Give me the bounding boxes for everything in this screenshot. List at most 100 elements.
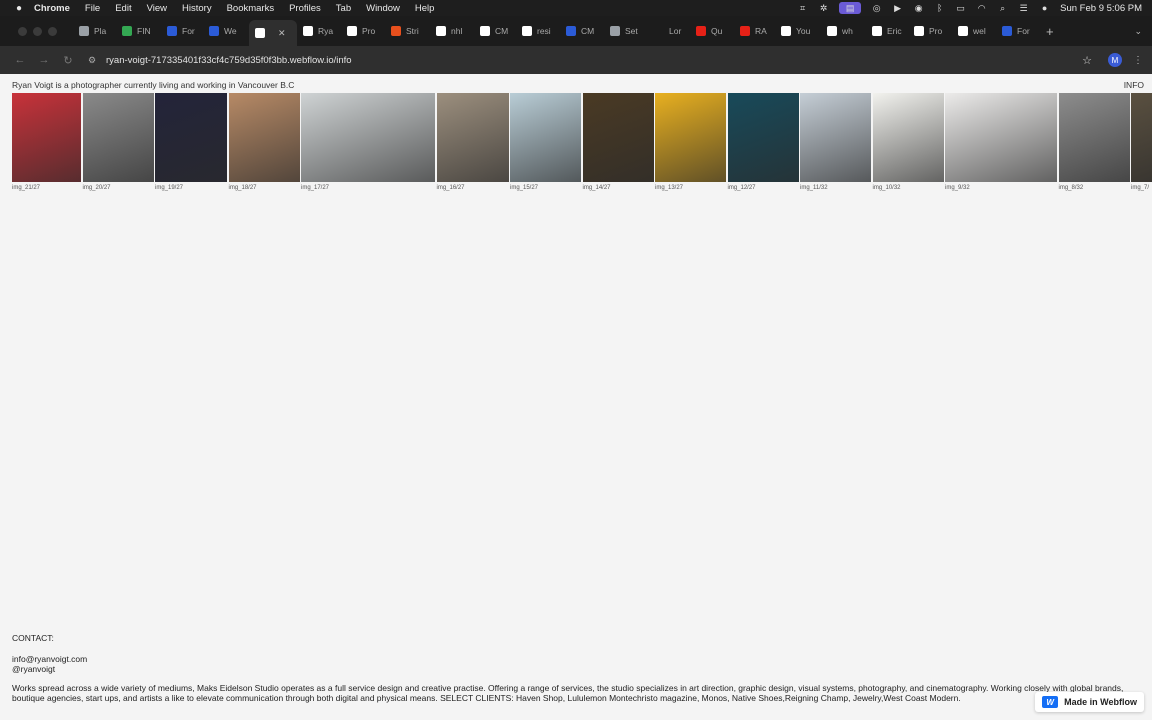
gallery-thumbnail[interactable]: img_19/27 (155, 93, 227, 193)
browser-tab[interactable]: Pro (341, 20, 385, 42)
browser-tab[interactable]: wel (952, 20, 996, 42)
apple-menu-icon[interactable]: ● (12, 3, 26, 14)
gallery-thumbnail[interactable]: img_13/27 (655, 93, 726, 193)
photo-image[interactable] (301, 93, 435, 182)
photo-image[interactable] (155, 93, 227, 182)
gallery-thumbnail[interactable]: img_15/27 (510, 93, 581, 193)
screen-record-icon[interactable]: ▤ (839, 2, 862, 14)
photo-image[interactable] (582, 93, 654, 182)
url-text[interactable]: ryan-voigt-717335401f33cf4c759d35f0f3bb.… (106, 55, 352, 66)
menu-view[interactable]: View (147, 3, 167, 14)
bluetooth-icon[interactable]: ᛒ (934, 3, 945, 13)
close-window-button[interactable] (18, 26, 27, 36)
browser-tab[interactable]: FIN (116, 20, 161, 42)
gallery-thumbnail[interactable]: img_16/27 (436, 93, 509, 193)
profile-avatar[interactable]: M (1108, 53, 1122, 67)
photo-image[interactable] (800, 93, 871, 182)
photo-image[interactable] (1131, 93, 1152, 182)
image-strip[interactable]: img_21/27 img_20/27 img_19/27 img_18/27 img_… (12, 93, 1152, 193)
gallery-thumbnail[interactable]: img_8/32 (1058, 93, 1130, 193)
browser-tab[interactable]: Lor (648, 20, 690, 42)
zoom-window-button[interactable] (48, 26, 57, 36)
tab-search-icon[interactable]: ⌄ (1134, 26, 1142, 37)
browser-tab[interactable]: wh (821, 20, 866, 42)
window-controls (18, 26, 57, 36)
reload-icon[interactable]: ↻ (56, 54, 80, 67)
browser-tab[interactable]: Eric (866, 20, 908, 42)
photo-image[interactable] (12, 93, 81, 182)
menu-tab[interactable]: Tab (336, 3, 351, 14)
address-bar[interactable]: ⚙ ryan-voigt-717335401f33cf4c759d35f0f3b… (84, 49, 1076, 71)
browser-tab[interactable]: resi (516, 20, 560, 42)
browser-tab[interactable]: RA (734, 20, 775, 42)
photo-image[interactable] (872, 93, 944, 182)
site-info-icon[interactable]: ⚙ (84, 55, 100, 66)
gallery-thumbnail[interactable]: img_12/27 (727, 93, 799, 193)
new-tab-button[interactable]: + (1046, 24, 1054, 39)
photo-image[interactable] (1058, 93, 1130, 182)
tab-favicon-icon (122, 26, 132, 36)
photo-image[interactable] (945, 93, 1057, 182)
menu-window[interactable]: Window (366, 3, 400, 14)
battery-icon[interactable]: ▭ (955, 3, 966, 13)
browser-tab[interactable]: Stri (385, 20, 430, 42)
menu-clock[interactable]: Sun Feb 9 5:06 PM (1060, 3, 1142, 14)
menu-bookmarks[interactable]: Bookmarks (227, 3, 275, 14)
menu-history[interactable]: History (182, 3, 212, 14)
menu-file[interactable]: File (85, 3, 100, 14)
minimize-window-button[interactable] (33, 26, 42, 36)
tab-label: For (1017, 26, 1030, 36)
browser-tab[interactable]: Qu (690, 20, 734, 42)
info-link[interactable]: INFO (1124, 80, 1144, 90)
gallery-thumbnail[interactable]: img_9/32 (945, 93, 1057, 193)
menu-edit[interactable]: Edit (115, 3, 131, 14)
photo-image[interactable] (510, 93, 581, 182)
photo-image[interactable] (228, 93, 300, 182)
browser-tab[interactable]: We (203, 20, 249, 42)
status-area: ⌗ ✲ ▤ ◎ ▶ ◉ ᛒ ▭ ◠ ⌕ ☰ ● Sun Feb 9 5:06 P… (797, 2, 1152, 14)
browser-tab[interactable]: For (161, 20, 203, 42)
browser-tab[interactable]: CM (474, 20, 516, 42)
gallery-thumbnail[interactable]: img_17/27 (301, 93, 435, 193)
browser-tab[interactable]: CM (560, 20, 604, 42)
photo-image[interactable] (82, 93, 154, 182)
gear-icon[interactable]: ✲ (818, 3, 829, 13)
gallery-thumbnail[interactable]: img_7/ (1131, 93, 1152, 193)
menu-help[interactable]: Help (415, 3, 435, 14)
airdrop-icon[interactable]: ◉ (913, 3, 924, 13)
instagram-handle-link[interactable]: @ryanvoigt (12, 664, 1144, 674)
gallery-thumbnail[interactable]: img_18/27 (228, 93, 300, 193)
sync-icon[interactable]: ◎ (871, 3, 882, 13)
back-icon[interactable]: ← (8, 54, 32, 66)
browser-tab[interactable]: nhl (430, 20, 474, 42)
made-in-webflow-badge[interactable]: W Made in Webflow (1035, 692, 1144, 712)
bookmark-star-icon[interactable]: ☆ (1076, 54, 1098, 67)
siri-icon[interactable]: ● (1039, 3, 1050, 13)
control-center-icon[interactable]: ☰ (1018, 3, 1029, 13)
photo-image[interactable] (727, 93, 799, 182)
gallery-thumbnail[interactable]: img_20/27 (82, 93, 154, 193)
menu-app-name[interactable]: Chrome (34, 3, 70, 14)
gallery-thumbnail[interactable]: img_21/27 (12, 93, 81, 193)
browser-tab[interactable]: ✕ (249, 20, 297, 46)
browser-tab[interactable]: Pla (73, 20, 116, 42)
wifi-icon[interactable]: ◠ (976, 3, 987, 13)
search-icon[interactable]: ⌕ (997, 3, 1008, 13)
photo-image[interactable] (655, 93, 726, 182)
close-tab-icon[interactable]: ✕ (278, 28, 286, 39)
browser-tab[interactable]: Pro (908, 20, 952, 42)
photo-image[interactable] (436, 93, 509, 182)
menu-profiles[interactable]: Profiles (289, 3, 321, 14)
gallery-thumbnail[interactable]: img_14/27 (582, 93, 654, 193)
browser-tab[interactable]: Set (604, 20, 648, 42)
browser-tab[interactable]: For (996, 20, 1040, 42)
email-link[interactable]: info@ryanvoigt.com (12, 654, 1144, 664)
forward-icon[interactable]: → (32, 54, 56, 66)
play-icon[interactable]: ▶ (892, 3, 903, 13)
browser-menu-icon[interactable]: ⋮ (1132, 55, 1144, 66)
browser-tab[interactable]: Rya (297, 20, 341, 42)
gallery-thumbnail[interactable]: img_10/32 (872, 93, 944, 193)
browser-tab[interactable]: You (775, 20, 821, 42)
gallery-thumbnail[interactable]: img_11/32 (800, 93, 871, 193)
extension-icon[interactable]: ⌗ (797, 3, 808, 13)
